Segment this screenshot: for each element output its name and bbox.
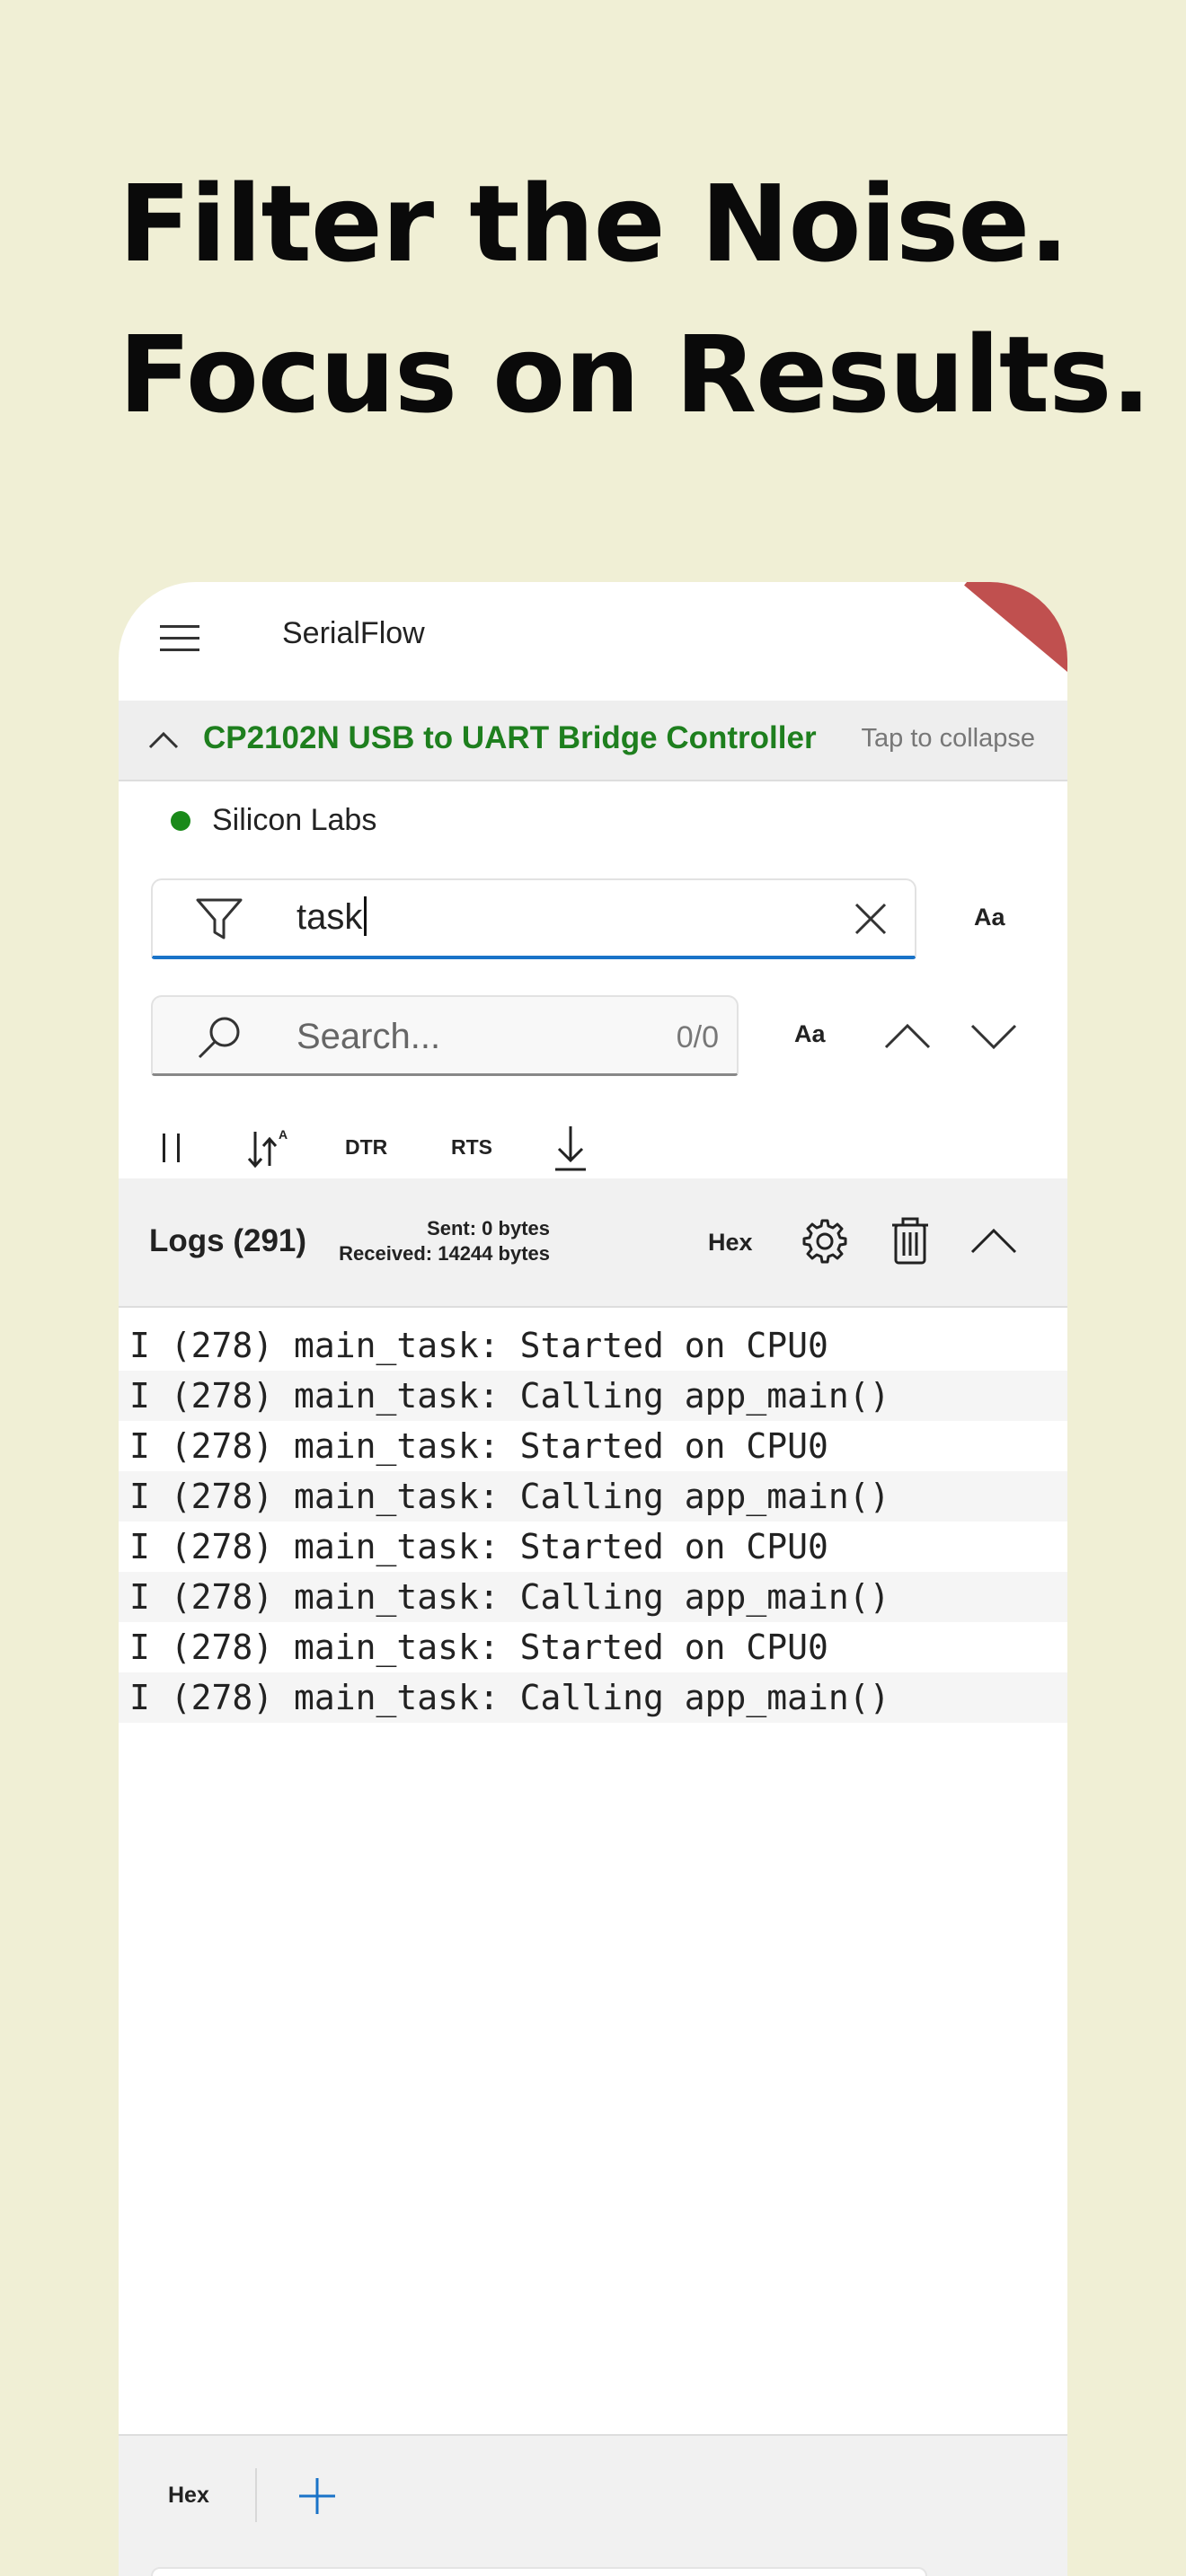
search-icon — [196, 1013, 244, 1062]
logs-title: Logs (291) — [149, 1223, 307, 1258]
collapse-hint[interactable]: Tap to collapse — [862, 724, 1035, 754]
headline: Filter the Noise. Focus on Results. — [119, 148, 1151, 450]
headline-line-2: Focus on Results. — [119, 313, 1151, 437]
connection-status-dot — [171, 811, 190, 831]
app-bar: SerialFlow — [119, 582, 1067, 701]
received-bytes: Received: 14244 bytes — [339, 1242, 550, 1265]
byte-counters: Sent: 0 bytes Received: 14244 bytes — [325, 1216, 550, 1266]
app-title: SerialFlow — [282, 616, 425, 650]
filter-input[interactable]: task — [151, 878, 916, 959]
svg-text:A: A — [279, 1127, 288, 1142]
send-hex-toggle[interactable]: Hex — [168, 2483, 209, 2509]
rts-toggle[interactable]: RTS — [451, 1135, 492, 1160]
logs-header: Logs (291) Sent: 0 bytes Received: 14244… — [119, 1178, 1067, 1308]
headline-line-1: Filter the Noise. — [119, 162, 1069, 286]
filter-icon — [194, 896, 244, 943]
sort-icon[interactable]: A — [246, 1123, 291, 1171]
pause-icon[interactable] — [158, 1130, 185, 1166]
chevron-up-icon[interactable] — [147, 724, 180, 756]
log-line: I (278) main_task: Started on CPU0 — [129, 1326, 828, 1365]
log-line: I (278) main_task: Calling app_main() — [119, 1471, 1067, 1522]
chevron-down-icon[interactable] — [969, 1013, 1019, 1058]
send-input[interactable] — [151, 2567, 927, 2576]
chevron-up-icon[interactable] — [882, 1013, 933, 1058]
search-case-toggle[interactable]: Aa — [794, 1020, 826, 1048]
search-match-count: 0/0 — [676, 1020, 719, 1054]
log-output[interactable]: I (278) main_task: Started on CPU0 I (27… — [119, 1320, 1067, 2434]
phone-screen: SerialFlow CP2102N USB to UART Bridge Co… — [119, 582, 1067, 2576]
device-header[interactable]: CP2102N USB to UART Bridge Controller Ta… — [119, 701, 1067, 781]
send-bar: Hex — [119, 2434, 1067, 2576]
filter-case-toggle[interactable]: Aa — [974, 904, 1005, 931]
download-icon[interactable] — [552, 1123, 589, 1173]
log-line: I (278) main_task: Calling app_main() — [119, 1572, 1067, 1622]
log-line: I (278) main_task: Calling app_main() — [119, 1672, 1067, 1723]
close-icon[interactable] — [852, 900, 890, 938]
search-input[interactable]: Search... 0/0 — [151, 995, 739, 1076]
log-line: I (278) main_task: Calling app_main() — [119, 1371, 1067, 1421]
chevron-up-icon[interactable] — [969, 1222, 1019, 1261]
filter-value: task — [296, 896, 367, 938]
log-line: I (278) main_task: Started on CPU0 — [129, 1628, 828, 1667]
log-line: I (278) main_task: Started on CPU0 — [129, 1527, 828, 1566]
hamburger-menu-icon[interactable] — [160, 620, 199, 659]
vendor-name: Silicon Labs — [212, 803, 377, 837]
trash-icon[interactable] — [890, 1216, 931, 1266]
hex-toggle[interactable]: Hex — [708, 1229, 753, 1257]
gear-icon[interactable] — [801, 1218, 848, 1265]
plus-icon[interactable] — [296, 2475, 338, 2517]
sent-bytes: Sent: 0 bytes — [427, 1217, 550, 1239]
dtr-toggle[interactable]: DTR — [345, 1135, 387, 1160]
search-placeholder: Search... — [296, 1017, 441, 1056]
device-name: CP2102N USB to UART Bridge Controller — [203, 720, 817, 755]
log-line: I (278) main_task: Started on CPU0 — [129, 1426, 828, 1466]
divider — [255, 2468, 257, 2522]
